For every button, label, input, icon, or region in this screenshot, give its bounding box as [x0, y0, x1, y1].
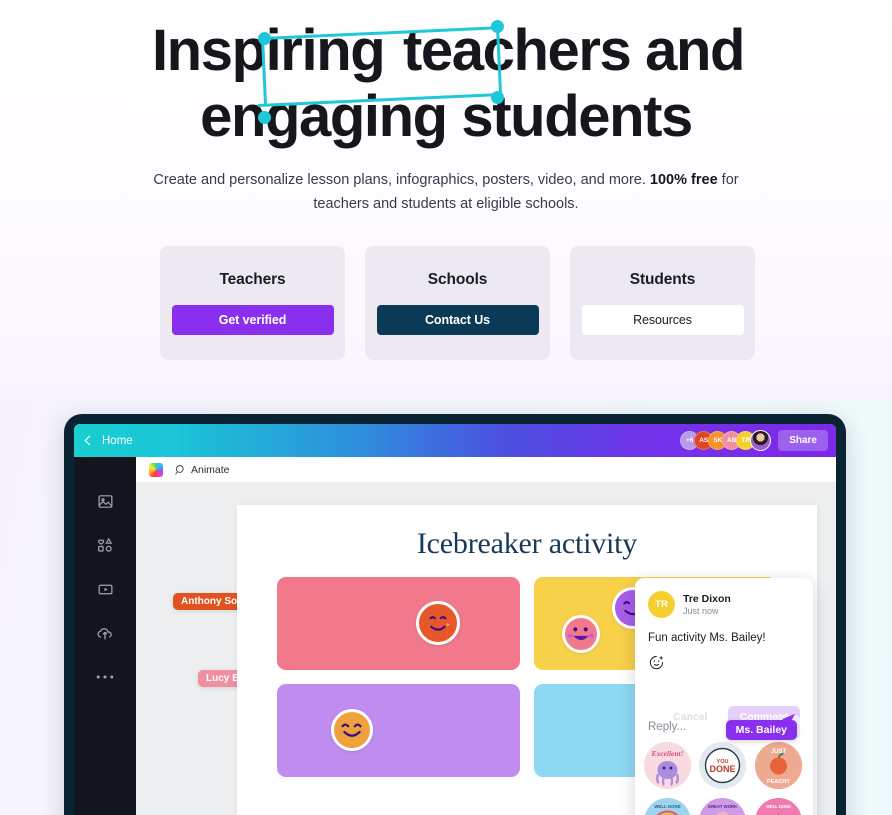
- card-title-schools: Schools: [427, 271, 488, 288]
- sticker-grid: Excellent! YOU DONE JUST PEACHY WELL DON…: [644, 742, 804, 815]
- get-verified-button[interactable]: Get verified: [171, 305, 334, 335]
- comment-author-meta: Tre Dixon Just now: [683, 593, 731, 616]
- animate-label: Animate: [191, 463, 230, 476]
- sticker-sparkle-art: WELL DONE Good Job!: [755, 798, 801, 815]
- contact-us-button[interactable]: Contact Us: [376, 305, 539, 335]
- comment-header: TR Tre Dixon Just now: [648, 591, 800, 618]
- hero-subtext: Create and personalize lesson plans, inf…: [151, 169, 741, 216]
- avatar-photo[interactable]: [750, 430, 772, 451]
- tile-purple[interactable]: [277, 684, 520, 777]
- cursor-label-bailey: Ms. Bailey: [725, 720, 797, 740]
- color-swatch-icon[interactable]: [149, 462, 163, 477]
- svg-text:PEACHY: PEACHY: [767, 779, 791, 785]
- animate-tool-button[interactable]: Animate: [173, 463, 230, 476]
- back-to-home-button[interactable]: Home: [84, 434, 133, 447]
- sticker-done-art: YOU DONE: [699, 742, 747, 789]
- add-reaction-icon[interactable]: [648, 654, 665, 671]
- svg-text:GREAT WORK: GREAT WORK: [708, 804, 738, 809]
- video-icon[interactable]: [95, 579, 115, 599]
- magic-wand-icon: [175, 465, 184, 475]
- tile-pink[interactable]: [277, 577, 520, 670]
- comment-panel[interactable]: TR Tre Dixon Just now Fun activity Ms. B…: [635, 578, 813, 815]
- device-frame: Home +6 AS SK AB TR Share Animate Anthon…: [64, 414, 846, 815]
- svg-text:Excellent!: Excellent!: [650, 749, 683, 758]
- emoji-grin-orange: [416, 601, 460, 645]
- page-title: Inspiring teachers and engaging students: [86, 18, 806, 149]
- subtext-part-1: Create and personalize lesson plans, inf…: [153, 172, 650, 189]
- device-mockup-area: Home +6 AS SK AB TR Share Animate Anthon…: [0, 400, 892, 815]
- comment-author-name: Tre Dixon: [683, 593, 731, 605]
- sticker-sweet-work[interactable]: GREAT WORK Sweet Work: [699, 798, 747, 815]
- card-title-students: Students: [629, 271, 696, 288]
- app-toolbar: Animate: [136, 457, 836, 483]
- emoji-face-glyph: [429, 616, 451, 631]
- sticker-icecream-art: GREAT WORK Sweet Work: [700, 798, 746, 815]
- sticker-peach-art: JUST PEACHY: [754, 742, 802, 789]
- subtext-bold: 100% free: [649, 172, 718, 189]
- sticker-excellent[interactable]: Excellent!: [644, 742, 691, 789]
- home-label: Home: [102, 434, 133, 447]
- comment-author-avatar: TR: [648, 591, 675, 618]
- comment-timestamp: Just now: [683, 606, 719, 616]
- headline-line-1: Inspiring teachers and: [86, 18, 806, 84]
- sticker-octopus-art: Excellent!: [644, 742, 691, 789]
- more-icon[interactable]: [95, 667, 115, 687]
- emoji-face-glyph-2: [567, 627, 595, 641]
- sticker-good-job[interactable]: WELL DONE Good Job!: [754, 798, 802, 815]
- headline-line-2: engaging students: [200, 83, 693, 149]
- app-header: Home +6 AS SK AB TR Share: [74, 424, 836, 457]
- app-screen: Home +6 AS SK AB TR Share Animate Anthon…: [74, 424, 836, 815]
- sticker-fantastic[interactable]: WELL DONE Fantastic: [644, 798, 691, 815]
- shapes-icon[interactable]: [95, 535, 115, 555]
- card-schools: Schools Contact Us: [365, 246, 550, 360]
- resources-button[interactable]: Resources: [581, 305, 744, 335]
- headline-highlight-word: Inspiring: [151, 18, 386, 83]
- canvas-area[interactable]: Anthony Soi Lucy Burke Icebreaker activi…: [136, 483, 836, 815]
- active-cursor-bailey: Ms. Bailey: [725, 709, 797, 740]
- svg-text:WELL DONE: WELL DONE: [766, 804, 791, 809]
- comment-body: Fun activity Ms. Bailey!: [648, 632, 766, 644]
- sticker-just-peachy[interactable]: JUST PEACHY: [754, 742, 802, 789]
- chevron-left-icon: [84, 435, 95, 446]
- audience-cards: Teachers Get verified Schools Contact Us…: [160, 246, 755, 360]
- sticker-rainbow-brain-art: WELL DONE Fantastic: [644, 798, 691, 815]
- app-body: Animate Anthony Soi Lucy Burke Icebreake…: [74, 457, 836, 815]
- svg-text:JUST: JUST: [770, 749, 786, 755]
- sticker-you-done[interactable]: YOU DONE: [699, 742, 747, 789]
- card-title-teachers: Teachers: [219, 271, 286, 288]
- reaction-row: [648, 654, 800, 671]
- app-main: Animate Anthony Soi Lucy Burke Icebreake…: [136, 457, 836, 815]
- emoji-face-glyph-4: [337, 723, 366, 737]
- emoji-laugh-pink: [562, 615, 600, 653]
- emoji-smile-orange: [331, 709, 373, 751]
- headline-line-1-rest: teachers and: [388, 18, 745, 83]
- canvas-page-title: Icebreaker activity: [416, 527, 638, 560]
- card-teachers: Teachers Get verified: [160, 246, 345, 360]
- app-sidebar: [74, 457, 136, 815]
- header-right-group: +6 AS SK AB TR Share: [680, 430, 828, 451]
- svg-text:WELL DONE: WELL DONE: [654, 804, 680, 809]
- share-button[interactable]: Share: [778, 430, 828, 451]
- reply-input[interactable]: Reply...: [648, 721, 686, 733]
- upload-icon[interactable]: [95, 623, 115, 643]
- svg-text:DONE: DONE: [710, 764, 736, 774]
- image-icon[interactable]: [95, 491, 115, 511]
- card-students: Students Resources: [570, 246, 755, 360]
- collaborator-avatars: +6 AS SK AB TR: [680, 430, 772, 451]
